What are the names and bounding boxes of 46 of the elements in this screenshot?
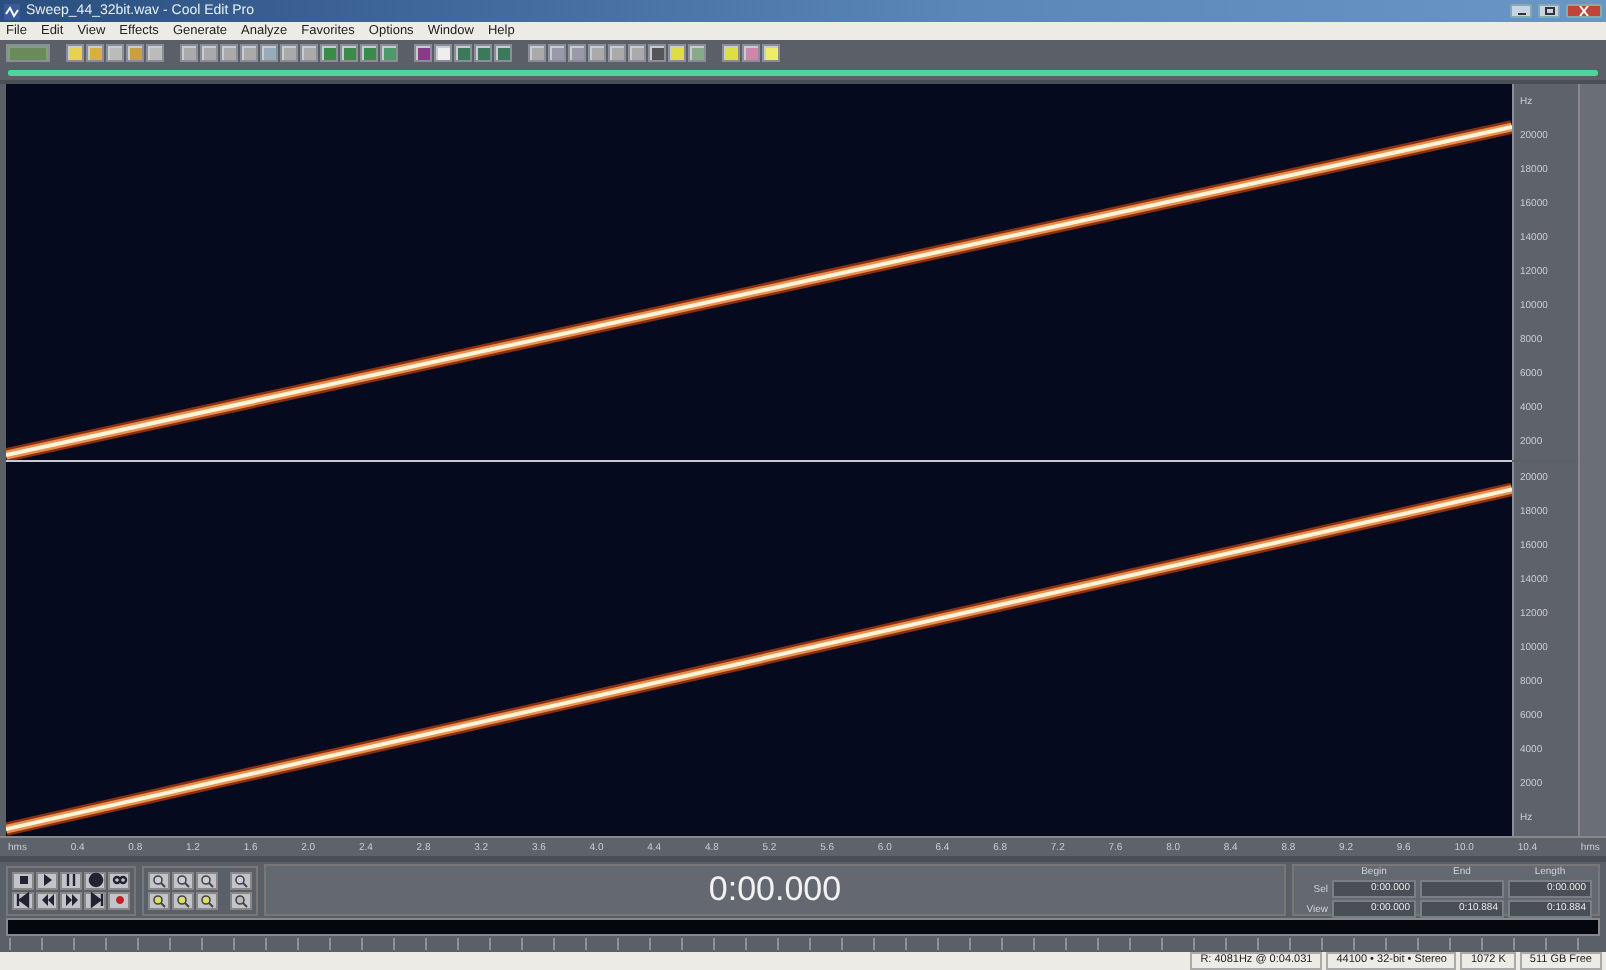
skip-start-button[interactable]	[12, 891, 34, 909]
stop-icon	[15, 872, 31, 888]
overview-bar[interactable]	[6, 918, 1600, 936]
skip-start-icon	[15, 892, 31, 908]
record-icon	[111, 892, 127, 908]
magnifier-icon	[176, 893, 190, 907]
zoom-button[interactable]	[196, 891, 218, 909]
magnifier-icon	[152, 893, 166, 907]
zoom-button[interactable]	[148, 891, 170, 909]
close-button[interactable]	[1566, 4, 1602, 18]
loop-icon	[111, 872, 127, 888]
minimize-button[interactable]	[1510, 4, 1532, 18]
pause-icon	[63, 872, 79, 888]
play-icon	[39, 872, 55, 888]
app-icon	[4, 3, 20, 19]
zoom-button[interactable]	[148, 871, 170, 889]
magnifier-icon	[234, 893, 248, 907]
magnifier-icon	[176, 873, 190, 887]
zoom-button[interactable]	[230, 891, 252, 909]
zoom-button[interactable]	[196, 871, 218, 889]
zoom-button[interactable]	[172, 891, 194, 909]
fast-forward-icon	[63, 892, 79, 908]
close-icon	[1578, 6, 1590, 16]
skip-end-button[interactable]	[84, 891, 106, 909]
maximize-button[interactable]	[1538, 4, 1560, 18]
time-readout: 0:00.000	[708, 870, 842, 910]
play-button[interactable]	[36, 871, 58, 889]
stop-button[interactable]	[12, 871, 34, 889]
fast-forward-button[interactable]	[60, 891, 82, 909]
tool-icon	[10, 47, 46, 59]
zoom-button[interactable]	[230, 871, 252, 889]
record-button[interactable]	[108, 891, 130, 909]
rewind-button[interactable]	[36, 891, 58, 909]
magnifier-icon	[234, 873, 248, 887]
time-field[interactable]	[1420, 880, 1504, 898]
magnifier-icon	[200, 873, 214, 887]
play-to-end-button[interactable]	[84, 871, 106, 889]
magnifier-icon	[152, 873, 166, 887]
skip-end-icon	[87, 892, 103, 908]
scrollbar[interactable]	[1578, 84, 1606, 836]
loop-button[interactable]	[108, 871, 130, 889]
rewind-icon	[39, 892, 55, 908]
pause-button[interactable]	[60, 871, 82, 889]
zoom-button[interactable]	[172, 871, 194, 889]
magnifier-icon	[200, 893, 214, 907]
maximize-icon	[1543, 6, 1555, 16]
